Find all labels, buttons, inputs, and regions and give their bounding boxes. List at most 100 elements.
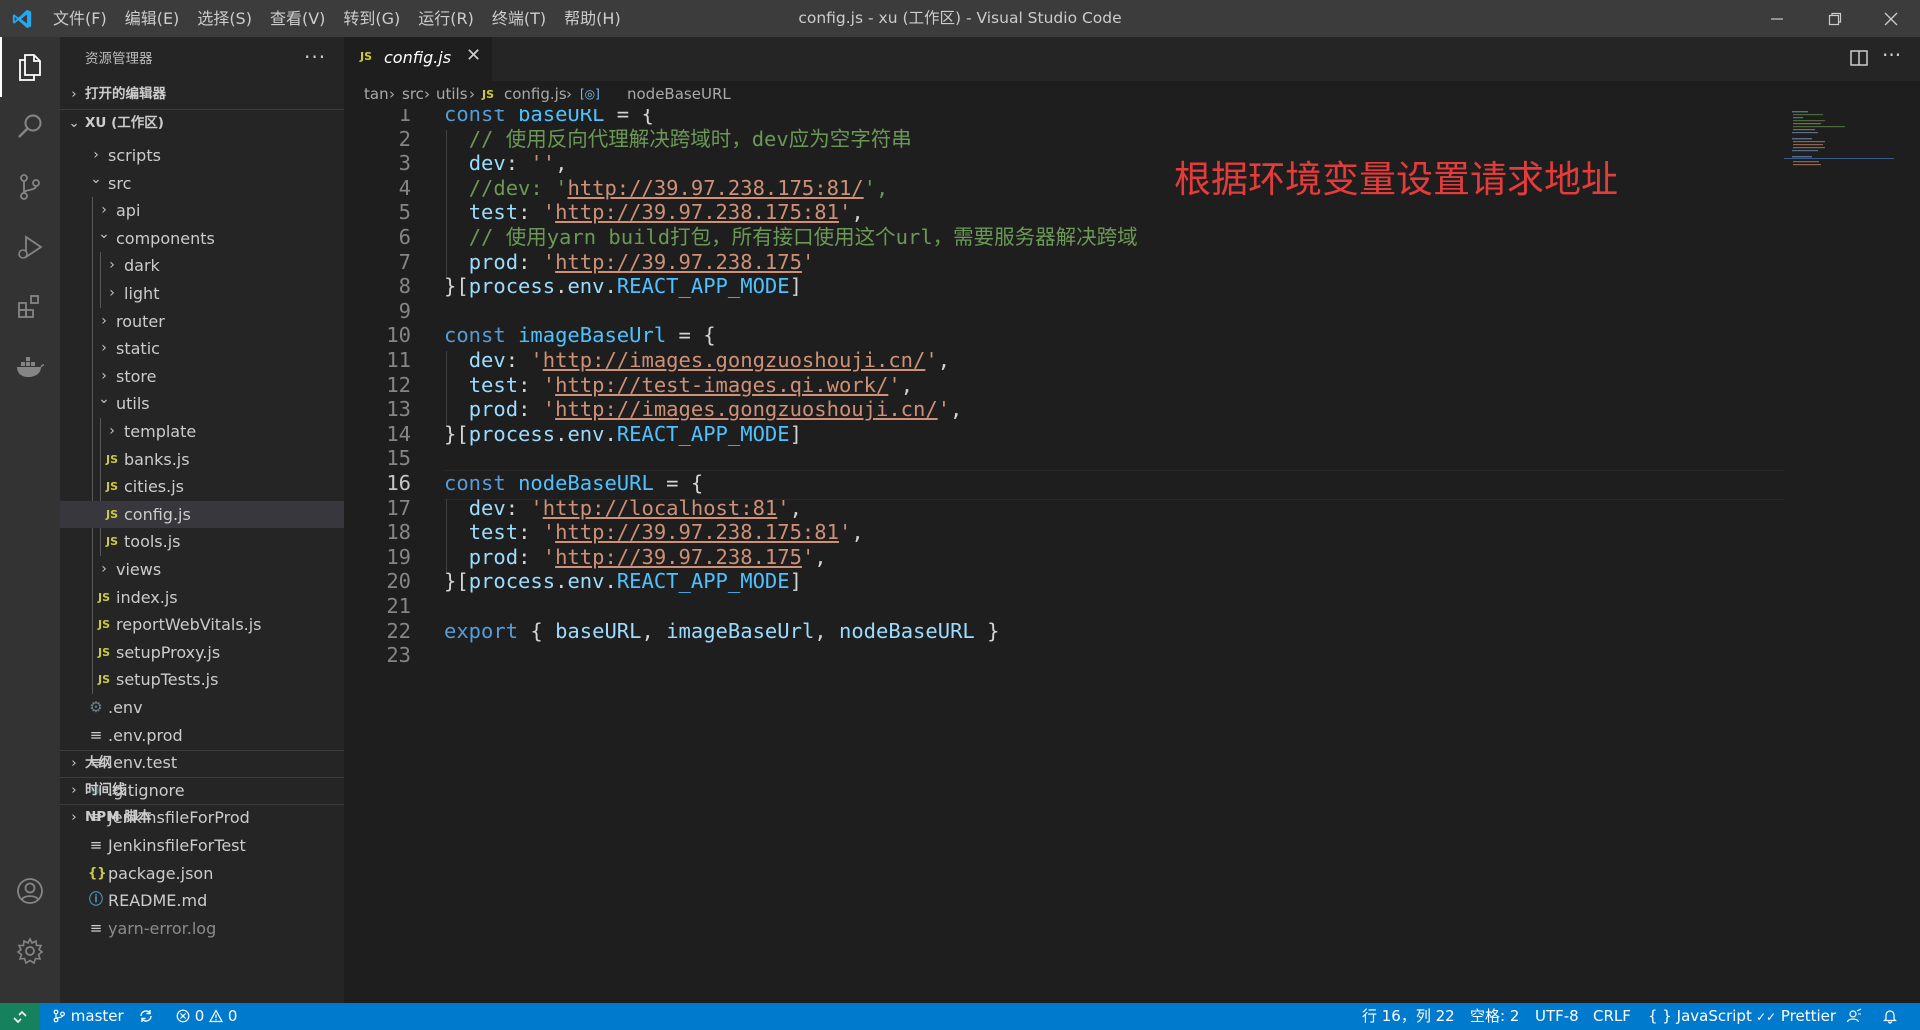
source-control-button[interactable] — [0, 157, 60, 217]
tree-file[interactable]: ≡ yarn-error.log — [60, 915, 344, 943]
code-token[interactable]: http://39.97.238.175 — [555, 545, 802, 569]
code-token[interactable]: http://images.gongzuoshouji.cn/ — [555, 397, 938, 421]
restore-button[interactable] — [1810, 0, 1860, 37]
tree-file[interactable]: ⓘ README.md — [60, 887, 344, 915]
code-token[interactable]: http://39.97.238.175:81 — [555, 520, 839, 544]
language-status[interactable]: { } JavaScript — [1648, 1003, 1752, 1030]
explorer-button[interactable] — [0, 37, 60, 97]
tree-file[interactable]: JS index.js — [60, 584, 344, 612]
code-token: ' — [542, 249, 556, 274]
tree-file[interactable]: JS banks.js — [60, 446, 344, 474]
code-token: : — [518, 520, 543, 545]
breadcrumb-item[interactable]: nodeBaseURL — [627, 85, 731, 103]
vertical-scrollbar[interactable] — [1906, 109, 1908, 1003]
open-editors-header[interactable]: › 打开的编辑器 — [60, 81, 344, 108]
code-token: , — [900, 372, 914, 397]
code-token: // 使用yarn build打包，所有接口使用这个url，需要服务器解决跨域 — [468, 225, 1138, 249]
search-button[interactable] — [0, 97, 60, 157]
tree-folder[interactable]: › light — [60, 280, 344, 308]
tree-file[interactable]: {} package.json — [60, 860, 344, 888]
prettier-status[interactable]: ✓✓ Prettier — [1756, 1003, 1836, 1030]
menu-item[interactable]: 帮助(H) — [555, 0, 630, 37]
extensions-button[interactable] — [0, 277, 60, 337]
code-token: test — [468, 520, 519, 545]
run-debug-button[interactable] — [0, 217, 60, 277]
docker-button[interactable] — [0, 337, 60, 397]
tree-file[interactable]: JS reportWebVitals.js — [60, 611, 344, 639]
code-token[interactable]: http://39.97.238.175 — [555, 250, 802, 274]
code-token: , — [814, 618, 839, 643]
workspace-header[interactable]: ⌄ XU (工作区) — [60, 110, 344, 137]
code-token: : — [518, 372, 543, 397]
tree-file[interactable]: JS config.js — [60, 500, 344, 529]
minimap[interactable] — [1784, 109, 1894, 169]
tree-folder[interactable]: › views — [60, 556, 344, 584]
editor-more-actions-icon[interactable]: ··· — [1882, 43, 1901, 67]
tree-folder[interactable]: › template — [60, 418, 344, 446]
encoding-status[interactable]: UTF-8 — [1535, 1003, 1579, 1030]
code-token: export — [444, 618, 519, 643]
tree-file[interactable]: JS setupTests.js — [60, 666, 344, 694]
minimize-button[interactable] — [1752, 0, 1802, 37]
accounts-button[interactable] — [0, 861, 60, 921]
menu-item[interactable]: 运行(R) — [409, 0, 483, 37]
npm-scripts-header[interactable]: › NPM 脚本 — [60, 804, 344, 831]
breadcrumb-item[interactable]: config.js — [504, 85, 567, 103]
tree-folder[interactable]: ⌄ src — [60, 170, 344, 198]
code-editor[interactable]: 1 const baseURL = {2 // 使用反向代理解决跨域时，dev应为… — [344, 109, 1908, 1003]
code-token: : — [518, 544, 543, 569]
tab-config-js[interactable]: JS config.js ✕ — [344, 37, 492, 81]
remote-button[interactable] — [0, 1003, 40, 1030]
code-token: test — [468, 200, 519, 225]
outline-header[interactable]: › 大纲 — [60, 750, 344, 777]
tree-folder[interactable]: ⌄ components — [60, 225, 344, 253]
code-token[interactable]: http://images.gongzuoshouji.cn/ — [543, 348, 926, 372]
cursor-position[interactable]: 行 16，列 22 — [1362, 1003, 1455, 1030]
tree-item-label: utils — [116, 394, 150, 414]
close-tab-icon[interactable]: ✕ — [466, 45, 481, 66]
tree-folder[interactable]: › router — [60, 308, 344, 336]
split-editor-icon[interactable] — [1848, 47, 1870, 69]
menu-item[interactable]: 查看(V) — [261, 0, 334, 37]
tree-file[interactable]: JS cities.js — [60, 473, 344, 501]
tree-folder[interactable]: › static — [60, 335, 344, 363]
breadcrumb-item[interactable]: utils — [436, 85, 468, 103]
notifications-button[interactable] — [1882, 1003, 1898, 1030]
code-token: }[ — [444, 274, 469, 299]
tree-folder[interactable]: › dark — [60, 252, 344, 280]
manage-button[interactable] — [0, 921, 60, 981]
code-token[interactable]: http://39.97.238.175:81/ — [567, 176, 863, 200]
code-token: test — [468, 372, 519, 397]
tree-file[interactable]: ⚙ .env — [60, 694, 344, 722]
more-actions-icon[interactable]: ··· — [304, 37, 326, 81]
code-token: ' — [542, 520, 556, 545]
tree-file[interactable]: ≡ .env.prod — [60, 722, 344, 750]
problems-status[interactable]: 0 0 — [176, 1003, 237, 1030]
menu-item[interactable]: 转到(G) — [334, 0, 409, 37]
indentation-status[interactable]: 空格: 2 — [1470, 1003, 1519, 1030]
tree-file[interactable]: ≡ JenkinsfileForTest — [60, 832, 344, 860]
tree-item-label: tools.js — [124, 532, 181, 552]
code-token: ' — [925, 348, 938, 372]
timeline-header[interactable]: › 时间线 — [60, 777, 344, 804]
code-token[interactable]: http://localhost:81 — [543, 496, 778, 520]
feedback-button[interactable] — [1846, 1003, 1862, 1030]
eol-status[interactable]: CRLF — [1593, 1003, 1631, 1030]
tree-folder[interactable]: ⌄ utils — [60, 390, 344, 418]
code-token: : — [505, 151, 531, 176]
code-token: { — [518, 618, 556, 643]
sync-button[interactable] — [138, 1003, 154, 1030]
tree-item-label: router — [116, 311, 165, 331]
breadcrumb-item[interactable]: tan — [364, 85, 389, 103]
menu-item[interactable]: 选择(S) — [188, 0, 261, 37]
menu-item[interactable]: 终端(T) — [483, 0, 555, 37]
breadcrumb-item[interactable]: src — [402, 85, 424, 103]
branch-status[interactable]: master — [52, 1003, 124, 1030]
close-window-button[interactable] — [1866, 0, 1916, 37]
code-token[interactable]: http://test-images.qi.work/ — [555, 373, 888, 397]
menu-item[interactable]: 文件(F) — [44, 0, 116, 37]
code-token[interactable]: http://39.97.238.175:81 — [555, 200, 839, 224]
tree-file[interactable]: JS setupProxy.js — [60, 639, 344, 667]
tree-file[interactable]: JS tools.js — [60, 528, 344, 556]
menu-item[interactable]: 编辑(E) — [116, 0, 189, 37]
